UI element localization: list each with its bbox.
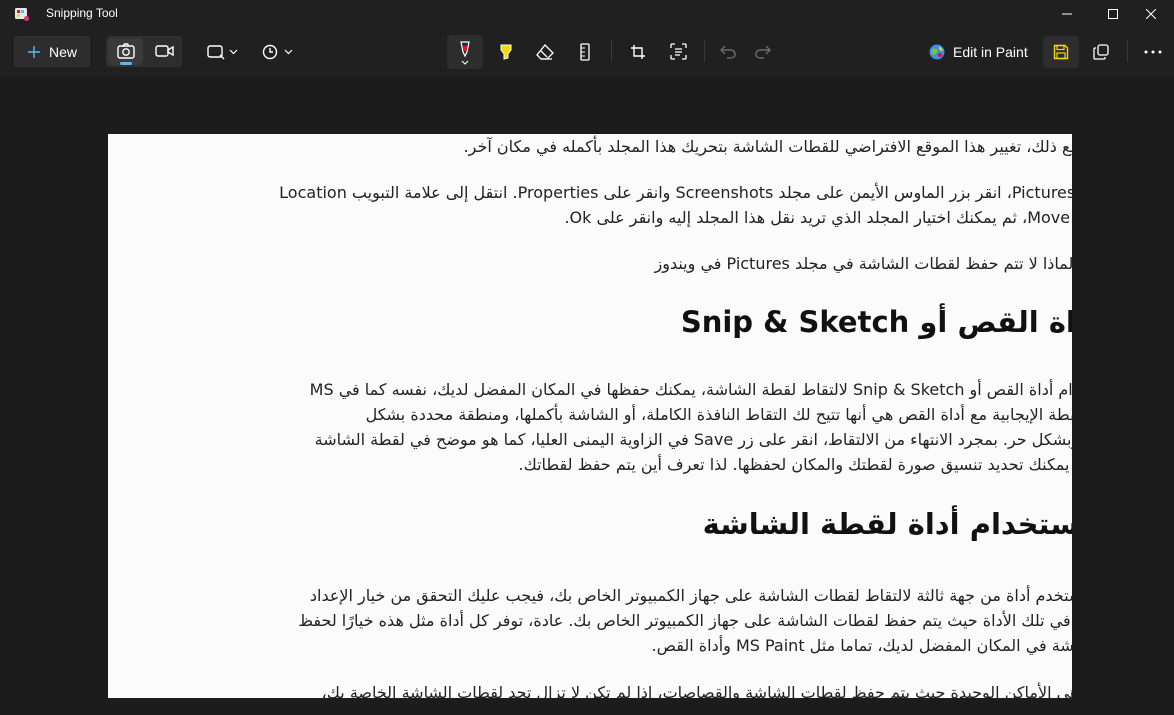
minimize-button[interactable] bbox=[1044, 0, 1090, 28]
more-options-button[interactable] bbox=[1137, 36, 1169, 67]
new-button-label: New bbox=[48, 43, 77, 60]
undo-button[interactable] bbox=[712, 36, 744, 67]
article-paragraph: لقطة الشاشة في المكان المفضل لديك، تماما… bbox=[651, 636, 1072, 655]
text-actions-icon bbox=[669, 43, 687, 60]
article-paragraph: إذا كنت تستخدم أداة من جهة ثالثة لالتقاط… bbox=[309, 586, 1072, 605]
undo-icon bbox=[720, 45, 736, 59]
article-paragraph: اقرأ أيضًا: لماذا لا تتم حفظ لقطات الشاش… bbox=[654, 254, 1073, 273]
article-paragraph: مستطيل وبشكل حر. بمجرد الانتهاء من الالت… bbox=[314, 430, 1072, 449]
toolbar: New Edit in Paint bbox=[0, 28, 1174, 76]
paint-globe-icon bbox=[929, 44, 945, 60]
active-mode-indicator bbox=[120, 62, 132, 65]
article-heading: 3. أداة القص أو Snip & Sketch bbox=[680, 305, 1072, 339]
window-title: Snipping Tool bbox=[46, 6, 118, 20]
maximize-icon bbox=[1108, 9, 1118, 19]
chevron-down-icon bbox=[229, 49, 237, 54]
redo-button[interactable] bbox=[747, 36, 779, 67]
eraser-icon bbox=[536, 43, 554, 60]
save-icon bbox=[1053, 44, 1069, 60]
edit-in-paint-label: Edit in Paint bbox=[953, 44, 1028, 60]
highlighter-icon bbox=[500, 44, 512, 60]
camera-icon bbox=[117, 43, 135, 59]
ballpoint-pen-icon bbox=[460, 41, 470, 58]
article-paragraph: وانقر على Move، ثم يمكنك اختيار المجلد ا… bbox=[564, 208, 1072, 227]
delay-timer-dropdown[interactable] bbox=[258, 36, 296, 67]
video-mode-button[interactable] bbox=[147, 38, 181, 65]
redo-icon bbox=[755, 45, 771, 59]
chevron-down-icon bbox=[284, 49, 292, 54]
article-paragraph: أعلاه. الآن يمكنك تحديد تنسيق صورة لقطتك… bbox=[518, 455, 1073, 474]
toolbar-separator bbox=[704, 40, 705, 62]
article-paragraph: انتقل إلى Pictures، انقر بزر الماوس الأي… bbox=[279, 183, 1072, 202]
minimize-icon bbox=[1062, 13, 1072, 15]
screenshot-mode-button[interactable] bbox=[108, 38, 143, 65]
snipping-tool-app-icon bbox=[15, 8, 29, 21]
article-paragraph: الافتراضي في تلك الأداة حيث يتم حفظ لقطا… bbox=[298, 611, 1072, 630]
close-button[interactable] bbox=[1128, 0, 1174, 28]
article-paragraph: عند استخدام أداة القص أو Snip & Sketch ل… bbox=[309, 380, 1072, 399]
chevron-down-icon bbox=[461, 60, 469, 65]
article-paragraph: بينما هذه هي الأماكن الوحيدة حيث يتم حفظ… bbox=[321, 683, 1072, 698]
ruler-icon bbox=[580, 42, 590, 61]
highlighter-button[interactable] bbox=[490, 36, 522, 67]
text-actions-button[interactable] bbox=[662, 36, 694, 67]
copy-icon bbox=[1093, 43, 1109, 60]
copy-button[interactable] bbox=[1085, 36, 1117, 67]
plus-icon bbox=[27, 45, 40, 58]
ballpoint-pen-button[interactable] bbox=[447, 35, 483, 69]
video-camera-icon bbox=[155, 45, 174, 57]
rectangle-snip-icon bbox=[206, 44, 224, 59]
title-bar: Snipping Tool bbox=[0, 0, 1174, 28]
close-icon bbox=[1146, 9, 1156, 19]
ruler-button[interactable] bbox=[569, 36, 601, 67]
toolbar-separator bbox=[1127, 40, 1128, 62]
eraser-button[interactable] bbox=[529, 36, 561, 67]
capture-mode-toggle bbox=[106, 36, 182, 67]
save-button[interactable] bbox=[1043, 36, 1079, 68]
crop-icon bbox=[631, 44, 645, 59]
captured-screenshot: ممكنك، ومع ذلك، تغيير هذا الموقع الافترا… bbox=[108, 134, 1072, 698]
article-heading: 4. باستخدام أداة لقطة الشاشة bbox=[702, 507, 1072, 541]
toolbar-separator bbox=[611, 40, 612, 62]
more-horizontal-icon bbox=[1144, 50, 1162, 53]
clock-icon bbox=[262, 44, 277, 59]
snip-shape-dropdown[interactable] bbox=[203, 36, 241, 67]
article-paragraph: ممكنك، ومع ذلك، تغيير هذا الموقع الافترا… bbox=[463, 137, 1072, 156]
article-paragraph: Paint. النقطة الإيجابية مع أداة القص هي … bbox=[365, 405, 1072, 424]
crop-button[interactable] bbox=[622, 36, 654, 67]
new-button[interactable]: New bbox=[14, 36, 90, 67]
